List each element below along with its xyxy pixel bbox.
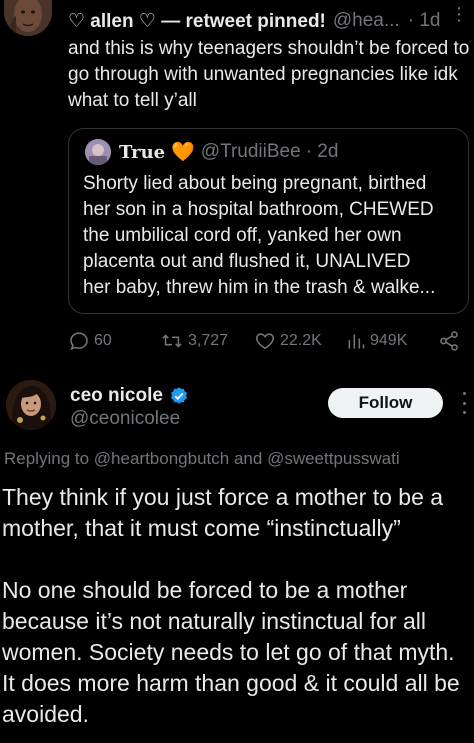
tweet-header: ♡ allen ♡ — retweet pinned! @hea... · 1d: [68, 8, 468, 34]
quote-line: Shorty lied about being pregnant, birthe…: [83, 173, 427, 194]
quote-display-name: True: [119, 141, 166, 163]
reply-paragraph: They think if you just force a mother to…: [2, 484, 444, 541]
reply-icon: [70, 332, 88, 351]
reply-paragraph: No one should be forced to be a mother b…: [2, 577, 460, 727]
retweet-icon: [162, 334, 182, 348]
quote-header: True 🧡 @TrudiiBee · 2d: [119, 139, 338, 165]
view-count: 949K: [370, 332, 408, 349]
reply-text: They think if you just force a mother to…: [2, 482, 472, 730]
quote-line: placenta out and flushed it, UNALIVED: [83, 251, 411, 272]
orange-heart-icon: 🧡: [171, 142, 195, 163]
mention-link[interactable]: @sweettpusswati: [267, 449, 400, 468]
main-tweet[interactable]: ♡ allen ♡ — retweet pinned! @hea... · 1d…: [0, 0, 474, 372]
like-button[interactable]: 22.2K: [254, 326, 322, 356]
mention-link[interactable]: @heartbongbutch: [94, 449, 229, 468]
replying-prefix: Replying to: [4, 449, 90, 468]
quote-handle: @TrudiiBee: [200, 141, 301, 162]
reply-button[interactable]: 60: [68, 326, 112, 356]
reply-count: 60: [94, 332, 112, 349]
reply-display-name[interactable]: ceo nicole: [70, 385, 163, 407]
replying-to: Replying to @heartbongbutch and @sweettp…: [4, 449, 400, 469]
verified-badge-icon: [170, 387, 187, 404]
quoted-tweet[interactable]: True 🧡 @TrudiiBee · 2d Shorty lied about…: [68, 128, 469, 314]
reply-name-row: ceo nicole: [70, 384, 189, 408]
quote-text: Shorty lied about being pregnant, birthe…: [83, 171, 463, 301]
avatar[interactable]: [4, 0, 52, 36]
action-bar: 60 3,727 22.2K 949K: [68, 326, 468, 356]
like-count: 22.2K: [280, 332, 322, 349]
share-button[interactable]: [438, 326, 464, 356]
more-options-icon[interactable]: ⋮: [450, 5, 468, 23]
more-options-icon[interactable]: [461, 392, 467, 414]
quote-line: her son in a hospital bathroom, CHEWED: [83, 199, 434, 220]
and-word: and: [233, 449, 263, 468]
timestamp[interactable]: · 1d: [408, 10, 441, 32]
views-button[interactable]: 949K: [346, 326, 407, 356]
tweet-text: and this is why teenagers shouldn’t be f…: [68, 38, 470, 111]
share-icon: [440, 331, 458, 351]
views-icon: [348, 334, 365, 349]
follow-button[interactable]: Follow: [328, 388, 443, 418]
quote-line: her baby, threw him in the trash & walke…: [83, 277, 436, 298]
reply-avatar[interactable]: [6, 380, 56, 430]
quote-line: the umbilical cord off, yanked her own: [83, 225, 402, 246]
reply-handle[interactable]: @ceonicolee: [70, 408, 180, 430]
retweet-count: 3,727: [188, 332, 229, 349]
quote-avatar: [85, 139, 111, 165]
user-handle[interactable]: @hea...: [333, 10, 400, 32]
display-name[interactable]: ♡ allen ♡ — retweet pinned!: [68, 10, 326, 33]
heart-icon: [255, 333, 275, 350]
quote-timestamp: · 2d: [305, 141, 339, 162]
retweet-button[interactable]: 3,727: [160, 326, 228, 356]
